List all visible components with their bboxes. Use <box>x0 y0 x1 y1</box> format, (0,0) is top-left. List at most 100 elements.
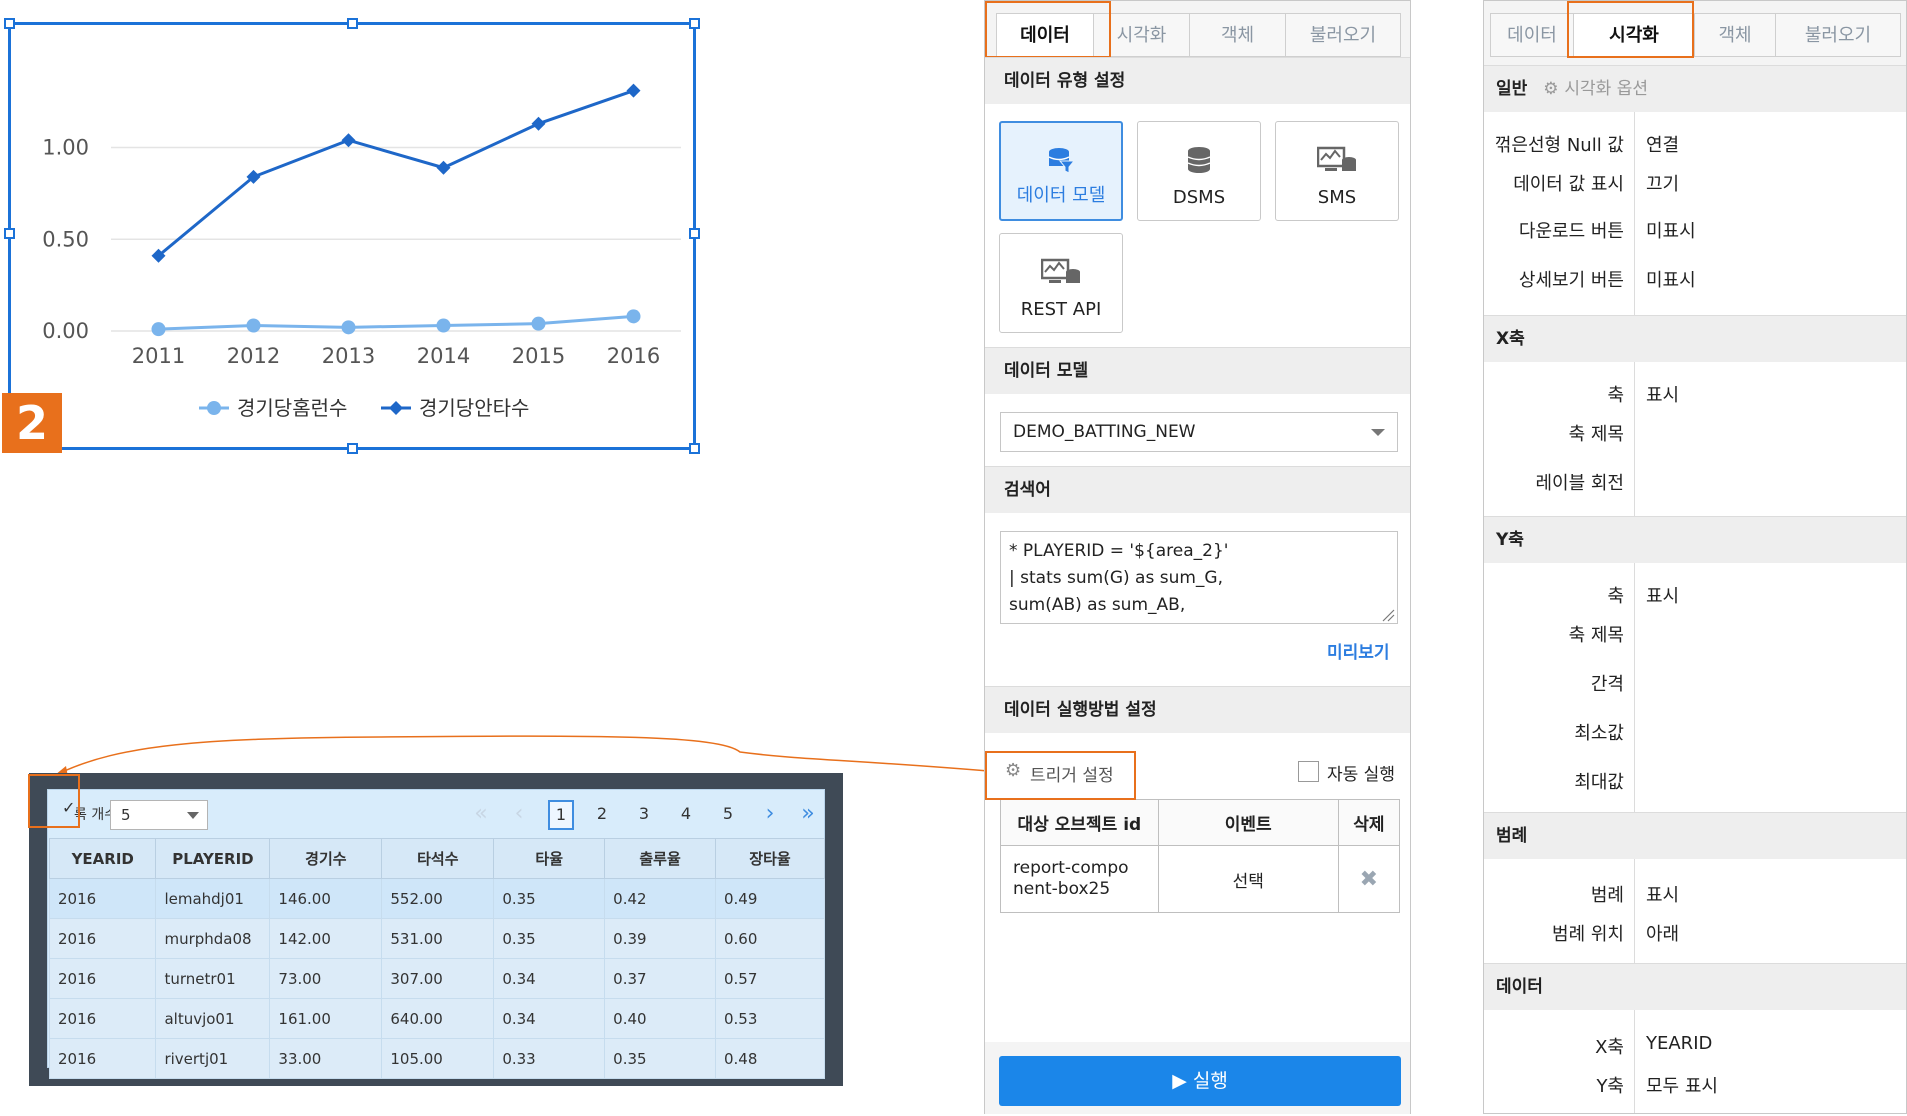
table-cell: 0.39 <box>604 918 716 959</box>
last-page-icon[interactable]: » <box>795 800 821 828</box>
trigger-header-row: 대상 오브젝트 id 이벤트 삭제 <box>1000 799 1401 846</box>
data-type-label: DSMS <box>1172 187 1226 208</box>
tab-data[interactable]: 데이터 <box>1490 13 1574 57</box>
visualization-settings-panel: 데이터 시각화 객체 불러오기 일반 ⚙ 시각화 옵션 꺾은선형 Null 값 … <box>1483 0 1907 1114</box>
column-header[interactable]: YEARID <box>48 838 157 879</box>
section-title-data: 데이터 <box>1484 963 1906 1011</box>
table-cell: 0.35 <box>493 878 606 919</box>
delete-icon[interactable]: ✖ <box>1337 845 1401 913</box>
table-cell: lemahdj01 <box>155 878 271 919</box>
resize-grip-icon[interactable] <box>1381 608 1395 622</box>
tab-import[interactable]: 불러오기 <box>1775 13 1901 57</box>
prop-value[interactable]: YEARID <box>1646 1033 1712 1054</box>
column-header[interactable]: 경기수 <box>269 838 383 879</box>
prop-label: X축 <box>1595 1037 1624 1058</box>
prop-value[interactable]: 미표시 <box>1646 266 1696 292</box>
data-type-model-button[interactable]: 데이터 모델 <box>999 121 1123 221</box>
column-header[interactable]: 출루율 <box>604 838 716 879</box>
table-row[interactable]: 2016 murphda08 142.00 531.00 0.35 0.39 0… <box>48 918 825 959</box>
prop-value[interactable]: 아래 <box>1646 920 1679 946</box>
legend-section: 범례 표시 범례 위치 아래 <box>1484 859 1906 964</box>
highlight-box-checkbox <box>28 774 80 828</box>
query-textarea[interactable]: * PLAYERID = '${area_2}' | stats sum(G) … <box>1000 531 1398 624</box>
data-type-restapi-button[interactable]: REST API <box>999 233 1123 333</box>
prop-value[interactable]: 표시 <box>1646 381 1679 407</box>
table-cell: 640.00 <box>381 998 495 1039</box>
column-header[interactable]: 타석수 <box>381 838 495 879</box>
prop-value[interactable]: 표시 <box>1646 881 1679 907</box>
prop-label: 최대값 <box>1574 772 1624 793</box>
table-cell: 0.53 <box>715 998 825 1039</box>
prop-label: 축 <box>1607 385 1624 406</box>
prop-value[interactable]: 모두 표시 <box>1646 1072 1718 1098</box>
table-cell: 0.34 <box>493 998 606 1039</box>
highlight-box-trigger <box>985 751 1136 800</box>
section-title-data-model: 데이터 모델 <box>985 347 1410 395</box>
database-icon <box>1187 147 1211 173</box>
page-button-5[interactable]: 5 <box>715 800 741 828</box>
data-model-icon <box>1048 148 1076 174</box>
page-button-4[interactable]: 4 <box>673 800 699 828</box>
viz-options-label[interactable]: 시각화 옵션 <box>1564 79 1648 99</box>
prop-label: Y축 <box>1596 1076 1624 1097</box>
table-cell: turnetr01 <box>155 958 271 999</box>
general-section: 꺾은선형 Null 값 연결 데이터 값 표시 끄기 다운로드 버튼 미표시 상… <box>1484 112 1906 320</box>
table-row[interactable]: 2016 turnetr01 73.00 307.00 0.34 0.37 0.… <box>48 958 825 999</box>
data-settings-panel: 데이터 시각화 객체 불러오기 데이터 유형 설정 데이터 모델 DSMS SM… <box>984 0 1411 1114</box>
table-cell: 0.60 <box>715 918 825 959</box>
table-cell: 2016 <box>48 998 157 1039</box>
table-cell: 2016 <box>48 1038 157 1079</box>
preview-link[interactable]: 미리보기 <box>1327 638 1390 663</box>
data-model-section: DEMO_BATTING_NEW <box>985 394 1410 472</box>
next-page-icon[interactable]: › <box>757 800 783 828</box>
prop-value[interactable]: 연결 <box>1646 131 1679 157</box>
data-type-dsms-button[interactable]: DSMS <box>1137 121 1261 221</box>
first-page-icon[interactable]: « <box>468 800 494 828</box>
highlight-box-viz-tab <box>1567 1 1694 58</box>
data-type-label: 데이터 모델 <box>1016 185 1106 206</box>
data-model-select[interactable]: DEMO_BATTING_NEW <box>1000 412 1398 452</box>
section-title-legend: 범례 <box>1484 812 1906 860</box>
auto-run-label: 자동 실행 <box>1327 765 1395 785</box>
table-cell: 142.00 <box>269 918 383 959</box>
table-cell: 73.00 <box>269 958 383 999</box>
run-button[interactable]: ▶ 실행 <box>999 1056 1401 1106</box>
column-header: 삭제 <box>1337 799 1401 846</box>
page-button-1[interactable]: 1 <box>548 800 574 830</box>
auto-run-checkbox[interactable] <box>1298 761 1319 782</box>
prop-value[interactable]: 표시 <box>1646 582 1679 608</box>
prop-label: 축 제목 <box>1568 424 1624 445</box>
page-button-3[interactable]: 3 <box>631 800 657 828</box>
data-type-label: SMS <box>1317 187 1357 208</box>
column-header[interactable]: 장타율 <box>715 838 825 879</box>
prev-page-icon[interactable]: ‹ <box>506 800 532 828</box>
prop-label: 최소값 <box>1574 723 1624 744</box>
column-header[interactable]: 타율 <box>493 838 606 879</box>
table-cell: altuvjo01 <box>155 998 271 1039</box>
data-model-value: DEMO_BATTING_NEW <box>1013 422 1196 442</box>
table-container: ✓ 록 개수 5 « ‹ 1 2 3 4 5 › » YEARID PLAYER… <box>47 789 825 1079</box>
prop-value[interactable]: 끄기 <box>1646 170 1679 196</box>
column-header: 대상 오브젝트 id <box>1000 799 1159 846</box>
table-row[interactable]: 2016 lemahdj01 146.00 552.00 0.35 0.42 0… <box>48 878 825 919</box>
tab-object[interactable]: 객체 <box>1189 13 1286 57</box>
prop-label: 범례 <box>1590 885 1624 906</box>
prop-value[interactable]: 미표시 <box>1646 217 1696 243</box>
table-cell: 0.33 <box>493 1038 606 1079</box>
general-title: 일반 <box>1496 79 1528 99</box>
table-cell: 0.35 <box>493 918 606 959</box>
table-cell: 0.57 <box>715 958 825 999</box>
table-cell: 161.00 <box>269 998 383 1039</box>
table-cell: 552.00 <box>381 878 495 919</box>
table-widget[interactable]: ✓ 록 개수 5 « ‹ 1 2 3 4 5 › » YEARID PLAYER… <box>29 773 843 1086</box>
tab-import[interactable]: 불러오기 <box>1285 13 1401 57</box>
chevron-down-icon <box>187 812 199 819</box>
column-header[interactable]: PLAYERID <box>155 838 271 879</box>
table-row[interactable]: 2016 altuvjo01 161.00 640.00 0.34 0.40 0… <box>48 998 825 1039</box>
page-button-2[interactable]: 2 <box>589 800 615 828</box>
tab-object[interactable]: 객체 <box>1694 13 1776 57</box>
data-type-sms-button[interactable]: SMS <box>1275 121 1399 221</box>
column-header: 이벤트 <box>1157 799 1339 846</box>
table-row[interactable]: 2016 rivertj01 33.00 105.00 0.33 0.35 0.… <box>48 1038 825 1079</box>
page-size-select[interactable]: 5 <box>110 800 208 830</box>
